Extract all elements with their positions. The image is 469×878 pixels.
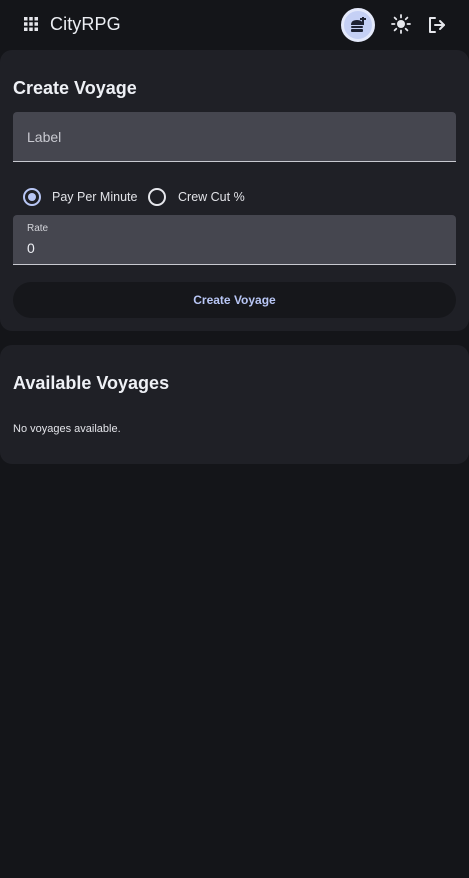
radio-pay-per-minute-label[interactable]: Pay Per Minute xyxy=(52,190,137,204)
avatar[interactable] xyxy=(341,8,375,42)
sun-icon[interactable] xyxy=(391,14,411,34)
radio-crew-cut-label[interactable]: Crew Cut % xyxy=(178,190,245,204)
logout-icon[interactable] xyxy=(427,15,447,35)
empty-state-message: No voyages available. xyxy=(13,423,121,435)
top-app-bar: CityRPG xyxy=(0,0,469,50)
apps-grid-icon[interactable] xyxy=(24,17,38,31)
guild-avatar-icon xyxy=(351,17,366,32)
create-voyage-button[interactable]: Create Voyage xyxy=(13,282,456,318)
available-voyages-card: Available Voyages No voyages available. xyxy=(0,345,469,464)
label-input[interactable]: Label xyxy=(13,112,456,162)
radio-crew-cut[interactable] xyxy=(148,188,166,206)
create-voyage-title: Create Voyage xyxy=(13,78,137,98)
label-input-placeholder: Label xyxy=(27,129,62,145)
rate-input[interactable]: Rate 0 xyxy=(13,215,456,265)
create-voyage-card: Create Voyage Label Pay Per Minute Crew … xyxy=(0,50,469,331)
app-title: CityRPG xyxy=(50,14,121,34)
rate-input-label: Rate xyxy=(27,223,49,234)
radio-pay-per-minute[interactable] xyxy=(23,188,41,206)
rate-input-value: 0 xyxy=(27,240,35,256)
available-voyages-title: Available Voyages xyxy=(13,373,170,393)
